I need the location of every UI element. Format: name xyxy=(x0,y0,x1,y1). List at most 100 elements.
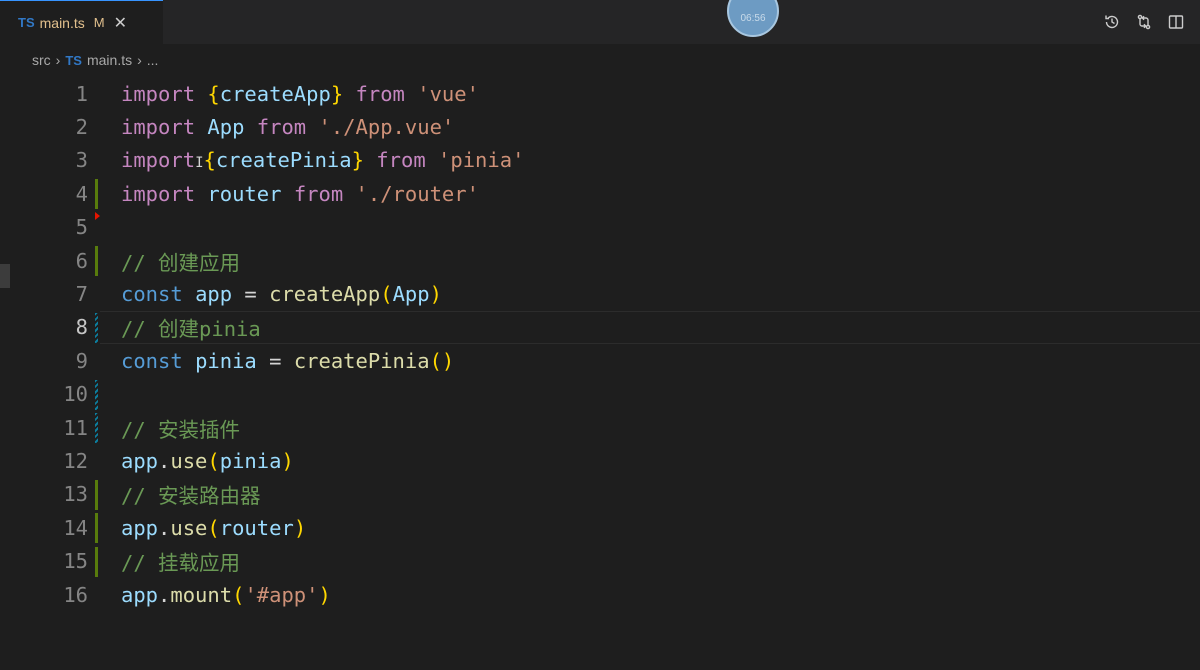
code-token: router xyxy=(219,515,294,540)
line-number: 15 xyxy=(63,549,88,574)
code-token: } xyxy=(330,81,344,106)
code-token: // 挂载应用 xyxy=(121,551,241,576)
tab-main-ts[interactable]: TS main.ts M ✕ xyxy=(0,0,163,44)
tab-filename: main.ts xyxy=(39,14,85,31)
code-token: ( xyxy=(207,449,220,474)
line-number: 8 xyxy=(75,315,88,340)
code-token: // 安装插件 xyxy=(121,417,241,442)
line-number: 1 xyxy=(75,81,88,106)
typescript-file-icon: TS xyxy=(65,52,82,68)
code-token: ) xyxy=(318,582,331,607)
code-text: const pinia = createPinia() xyxy=(121,349,454,373)
tab-bar: TS main.ts M ✕ 06:56 xyxy=(0,0,1200,44)
code-line[interactable]: 5 xyxy=(0,211,1200,244)
code-line[interactable]: 12 app.use(pinia) xyxy=(0,444,1200,477)
code-token: app xyxy=(195,282,233,307)
code-token: ( xyxy=(207,515,220,540)
code-line[interactable]: 9 const pinia = createPinia() xyxy=(0,344,1200,377)
line-number: 9 xyxy=(75,348,88,373)
code-token: . xyxy=(158,515,171,540)
current-line-highlight xyxy=(100,310,1200,344)
code-token: from xyxy=(355,81,405,106)
code-line[interactable]: 2 import App from './App.vue' xyxy=(0,110,1200,143)
code-token: import xyxy=(121,181,196,206)
code-text: // 创建pinia xyxy=(121,312,261,342)
code-token: . xyxy=(158,582,171,607)
code-line[interactable]: 15 // 挂载应用 xyxy=(0,545,1200,578)
code-line[interactable]: 1 import {createApp} from 'vue' xyxy=(0,77,1200,110)
code-line[interactable]: 6 // 创建应用 xyxy=(0,244,1200,277)
close-icon[interactable]: ✕ xyxy=(114,13,127,33)
line-number: 5 xyxy=(75,215,88,240)
code-token: pinia xyxy=(195,348,257,373)
code-text: const app = createApp(App) xyxy=(121,282,442,306)
code-token: App xyxy=(392,282,430,307)
text-cursor-icon: I xyxy=(195,155,204,172)
code-token: createApp xyxy=(219,81,331,106)
code-token: } xyxy=(351,148,364,173)
code-line[interactable]: 7 const app = createApp(App) xyxy=(0,277,1200,310)
breadcrumb-folder[interactable]: src xyxy=(32,52,51,68)
code-line[interactable]: 10 xyxy=(0,378,1200,411)
code-token: const xyxy=(121,348,183,373)
recording-timer: 06:56 xyxy=(727,0,779,37)
code-text: app.mount('#app') xyxy=(121,583,331,607)
code-token: mount xyxy=(170,582,233,607)
line-number: 6 xyxy=(75,248,88,273)
code-token: router xyxy=(207,181,282,206)
line-number: 3 xyxy=(75,148,88,173)
code-token: from xyxy=(293,181,344,206)
breadcrumb-file[interactable]: main.ts xyxy=(87,52,132,68)
code-token: '#app' xyxy=(244,582,319,607)
code-line[interactable]: 4 import router from './router' xyxy=(0,177,1200,210)
line-number: 12 xyxy=(63,449,88,474)
modified-indicator: M xyxy=(93,15,105,30)
code-token: createPinia xyxy=(215,148,352,173)
code-line[interactable]: 3 importI{createPinia} from 'pinia' xyxy=(0,144,1200,177)
breadcrumb-symbols[interactable]: ... xyxy=(147,52,159,68)
code-line[interactable]: 13 // 安装路由器 xyxy=(0,478,1200,511)
history-icon[interactable] xyxy=(1102,12,1122,32)
code-text: import router from './router' xyxy=(121,182,479,206)
code-token: ) xyxy=(429,282,442,307)
code-editor[interactable]: 1 import {createApp} from 'vue' 2 import Ap… xyxy=(0,76,1200,670)
code-token: 'vue' xyxy=(417,81,479,106)
code-token: App xyxy=(207,115,245,140)
code-text: importI{createPinia} from 'pinia' xyxy=(121,148,524,172)
code-text: import {createApp} from 'vue' xyxy=(121,82,479,106)
code-line[interactable]: 16 app.mount('#app') xyxy=(0,578,1200,611)
code-token: { xyxy=(207,81,220,106)
code-line[interactable]: 11 // 安装插件 xyxy=(0,411,1200,444)
code-token: import xyxy=(121,81,196,106)
typescript-file-icon: TS xyxy=(18,15,35,30)
code-token: app xyxy=(121,515,159,540)
code-token: ( xyxy=(380,282,393,307)
code-line[interactable]: 14 app.use(router) xyxy=(0,511,1200,544)
code-token: ( xyxy=(232,582,245,607)
code-token: app xyxy=(121,582,159,607)
gutter-added-marker xyxy=(95,179,98,210)
line-number: 14 xyxy=(63,515,88,540)
code-token: const xyxy=(121,282,183,307)
code-token: './App.vue' xyxy=(318,115,455,140)
code-text: // 安装插件 xyxy=(121,413,240,443)
code-token: from xyxy=(256,115,307,140)
editor-actions xyxy=(1102,10,1186,34)
code-text: // 安装路由器 xyxy=(121,479,261,509)
line-number: 11 xyxy=(63,415,88,440)
breadcrumb-separator: › xyxy=(55,52,61,68)
code-text: // 挂载应用 xyxy=(121,546,240,576)
code-line[interactable]: 8 // 创建pinia xyxy=(0,310,1200,344)
code-token: // 创建应用 xyxy=(121,250,241,275)
code-token: () xyxy=(429,348,455,373)
split-editor-icon[interactable] xyxy=(1166,12,1186,32)
compare-changes-icon[interactable] xyxy=(1134,12,1154,32)
